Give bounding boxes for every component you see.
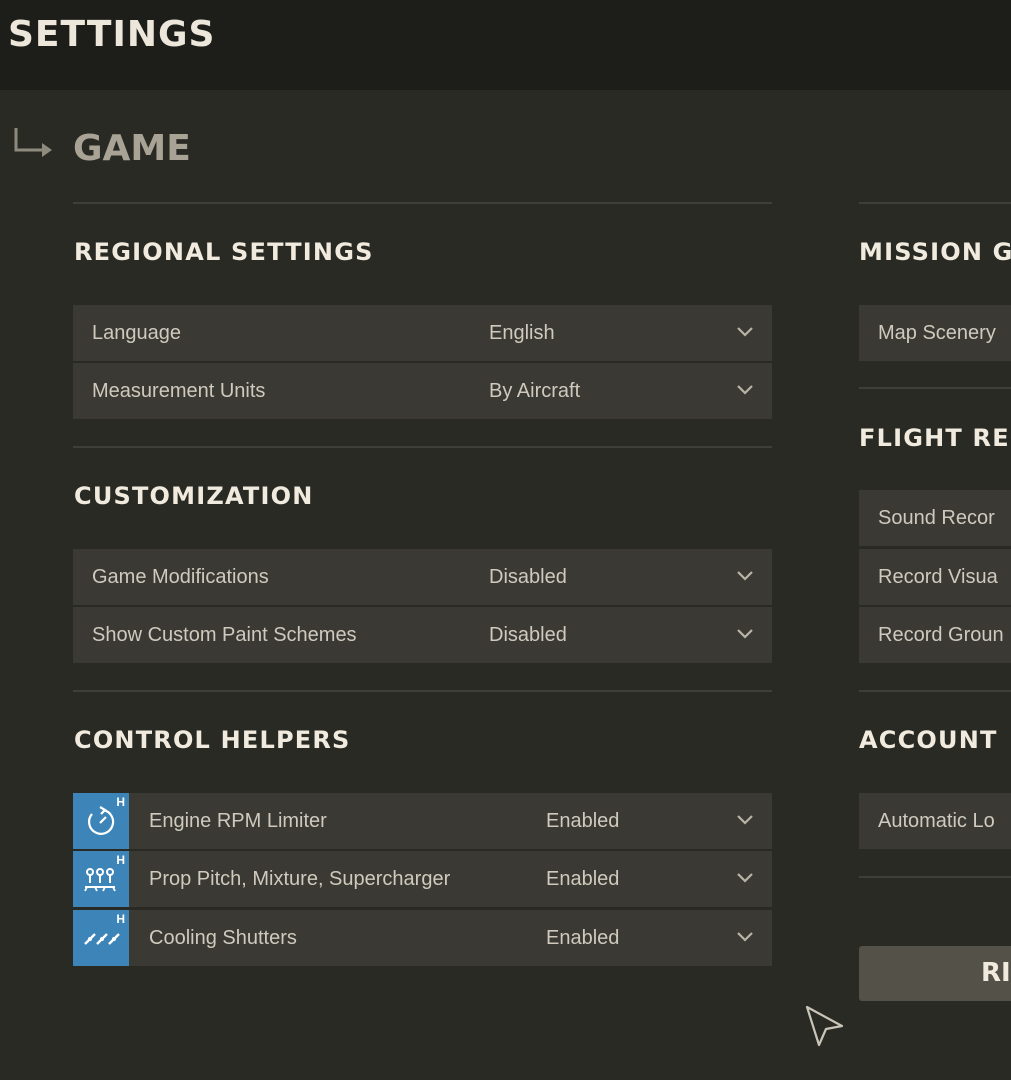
setting-label: Show Custom Paint Schemes (92, 624, 357, 646)
group-title-customization: CUSTOMIZATION (74, 482, 314, 510)
setting-row-automatic-login[interactable]: Automatic Lo (859, 793, 1011, 849)
chevron-down-icon (737, 327, 753, 337)
group-title-flight-rec: FLIGHT REC (859, 424, 1011, 452)
helper-badge: H (116, 795, 125, 809)
group-title-control-helpers: CONTROL HELPERS (74, 726, 351, 754)
setting-label: Record Groun (878, 624, 1004, 646)
divider (859, 387, 1011, 389)
divider (859, 876, 1011, 878)
setting-label: Game Modifications (92, 566, 269, 588)
setting-row-map-scenery[interactable]: Map Scenery (859, 305, 1011, 361)
chevron-down-icon (737, 629, 753, 639)
setting-row-sound-recording[interactable]: Sound Recor (859, 490, 1011, 546)
setting-value: Disabled (489, 624, 567, 646)
chevron-down-icon (737, 385, 753, 395)
divider (73, 690, 772, 692)
group-title-flight-rec-container: FLIGHT REC (859, 424, 1011, 458)
setting-label: Cooling Shutters (149, 927, 297, 949)
setting-label: Engine RPM Limiter (149, 810, 327, 832)
chevron-down-icon (737, 571, 753, 581)
setting-row-engine-rpm-limiter[interactable]: H Engine RPM Limiter Enabled (73, 793, 772, 849)
setting-row-game-modifications[interactable]: Game Modifications Disabled (73, 549, 772, 605)
setting-value: English (489, 322, 555, 344)
cooling-shutters-icon: H (73, 910, 129, 966)
setting-label: Automatic Lo (878, 810, 995, 832)
setting-label: Map Scenery (878, 322, 996, 344)
group-title-account-container: ACCOUNT (859, 726, 1011, 760)
setting-row-measurement-units[interactable]: Measurement Units By Aircraft (73, 363, 772, 419)
divider (73, 446, 772, 448)
gauge-arrow-icon (87, 806, 115, 835)
section-title: GAME (73, 128, 191, 169)
chevron-down-icon (737, 932, 753, 942)
divider (859, 202, 1011, 204)
group-title-account: ACCOUNT (859, 726, 998, 754)
setting-row-language[interactable]: Language English (73, 305, 772, 361)
setting-value: Enabled (546, 927, 620, 949)
shutters-icon (84, 933, 120, 945)
reset-button-container: RI (859, 946, 1011, 1001)
prop-pitch-icon: H (73, 851, 129, 907)
page-title: SETTINGS (8, 14, 216, 55)
chevron-down-icon (737, 815, 753, 825)
setting-row-record-visual[interactable]: Record Visua (859, 549, 1011, 605)
setting-row-prop-pitch[interactable]: H Prop Pitch, Mixture, Supercharger Enab… (73, 851, 772, 907)
setting-row-cooling-shutters[interactable]: H Cooling Shutters Enabled (73, 910, 772, 966)
divider (859, 690, 1011, 692)
setting-label: Sound Recor (878, 507, 995, 529)
setting-value: Disabled (489, 566, 567, 588)
reset-button[interactable]: RI (859, 946, 1011, 1001)
setting-value: By Aircraft (489, 380, 581, 402)
chevron-down-icon (737, 873, 753, 883)
sub-section-arrow-icon (14, 128, 52, 157)
setting-row-record-ground[interactable]: Record Groun (859, 607, 1011, 663)
setting-label: Measurement Units (92, 380, 266, 402)
top-bar: SETTINGS (0, 0, 1011, 90)
setting-label: Prop Pitch, Mixture, Supercharger (149, 868, 451, 890)
levers-icon (84, 868, 116, 892)
group-title-mission: MISSION G (859, 238, 1011, 266)
setting-label: Record Visua (878, 566, 998, 588)
rpm-limiter-icon: H (73, 793, 129, 849)
reset-button-label: RI (981, 958, 1011, 988)
divider (73, 202, 772, 204)
group-title-regional: REGIONAL SETTINGS (74, 238, 374, 266)
mouse-cursor-icon (805, 1005, 844, 1047)
group-title-mission-container: MISSION G (859, 238, 1011, 272)
setting-label: Language (92, 322, 181, 344)
setting-row-custom-paint-schemes[interactable]: Show Custom Paint Schemes Disabled (73, 607, 772, 663)
setting-value: Enabled (546, 810, 620, 832)
setting-value: Enabled (546, 868, 620, 890)
